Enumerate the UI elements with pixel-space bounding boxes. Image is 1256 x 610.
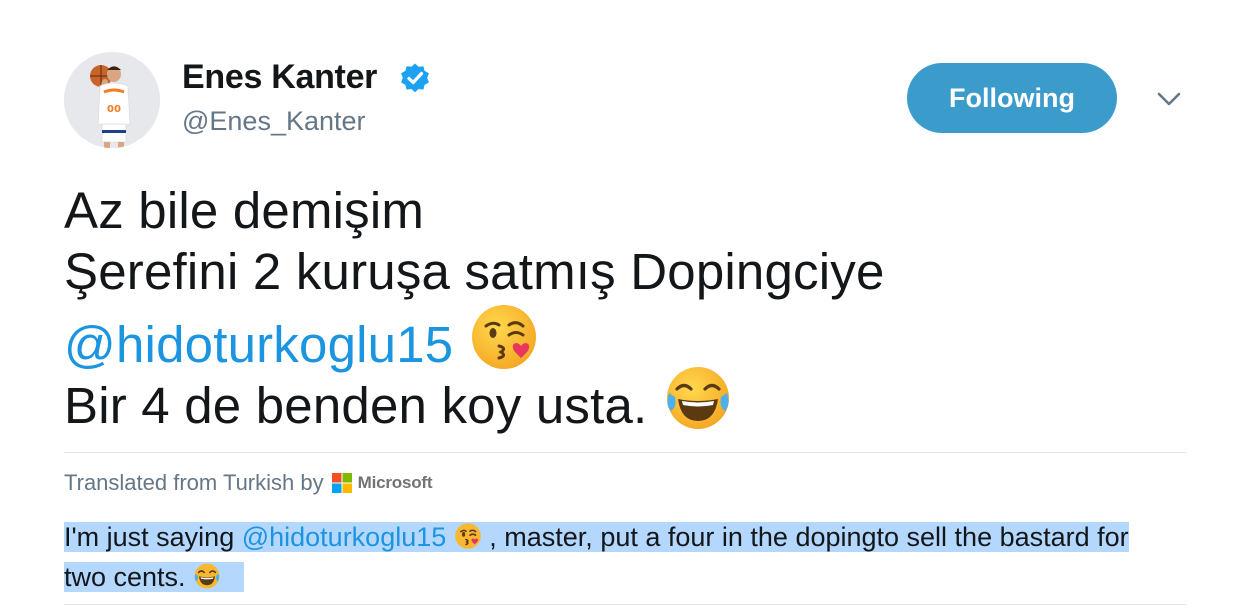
translated-text-line-2-text: two cents. xyxy=(64,562,186,592)
chevron-down-icon[interactable] xyxy=(1152,86,1186,112)
translated-text[interactable]: I'm just saying @hidoturkoglu15 , master… xyxy=(64,517,1194,597)
translated-text-line-1: I'm just saying @hidoturkoglu15 , master… xyxy=(64,522,1129,552)
face-throwing-kiss-emoji xyxy=(472,305,537,369)
translated-text-after: , master, put a four in the dopingto sel… xyxy=(481,522,1129,552)
following-button-label: Following xyxy=(949,82,1075,113)
translation-attribution: Translated from Turkish by Microsoft xyxy=(64,470,433,496)
divider xyxy=(64,452,1186,453)
tweet-line-4: Bir 4 de benden koy usta. xyxy=(64,363,1194,434)
tweet-line-1: Az bile demişim xyxy=(64,182,425,239)
jersey-number: 00 xyxy=(107,104,121,115)
microsoft-logo-icon xyxy=(331,473,352,493)
verified-badge-icon xyxy=(401,63,429,93)
avatar[interactable]: 00 xyxy=(64,52,160,148)
face-with-tears-of-joy-emoji xyxy=(194,563,220,589)
face-with-tears-of-joy-emoji xyxy=(667,367,730,429)
user-avatar: 00 xyxy=(64,52,160,148)
tweet-line-4-text: Bir 4 de benden koy usta. xyxy=(64,377,648,434)
screen-name[interactable]: @Enes_Kanter xyxy=(182,106,366,137)
translated-label: Translated from Turkish by xyxy=(64,470,324,495)
face-throwing-kiss-emoji xyxy=(454,523,481,549)
tweet-line-3: @hidoturkoglu15 xyxy=(64,302,1194,373)
display-name[interactable]: Enes Kanter xyxy=(182,58,377,97)
following-button[interactable]: Following xyxy=(907,63,1117,133)
tweet-text: Az bile demişim Şerefini 2 kuruşa satmış… xyxy=(64,180,1194,434)
divider xyxy=(64,604,1186,605)
microsoft-label: Microsoft xyxy=(357,473,433,492)
tweet-line-2: Şerefini 2 kuruşa satmış Dopingciye xyxy=(64,243,885,300)
translated-mention-link[interactable]: @hidoturkoglu15 xyxy=(242,522,447,552)
translated-text-before: I'm just saying xyxy=(64,522,242,552)
translated-text-line-2: two cents. xyxy=(64,562,244,592)
